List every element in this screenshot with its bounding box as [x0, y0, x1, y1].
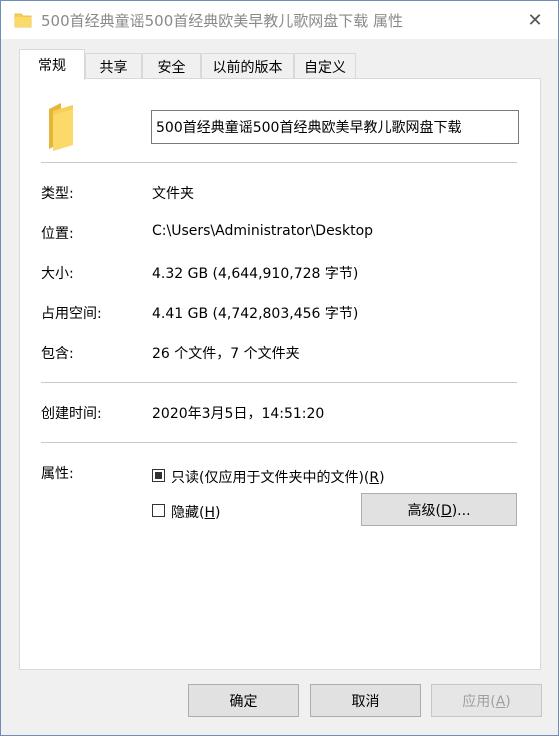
separator	[41, 162, 517, 163]
tab-general[interactable]: 常规	[19, 49, 85, 80]
tab-previous-versions[interactable]: 以前的版本	[201, 53, 294, 79]
type-value: 文件夹	[152, 186, 194, 202]
close-button[interactable]: ✕	[512, 1, 558, 39]
tab-sharing[interactable]: 共享	[85, 53, 142, 79]
size-value: 4.32 GB (4,644,910,728 字节)	[152, 266, 359, 282]
type-label: 类型:	[41, 186, 74, 202]
separator	[41, 442, 517, 443]
contains-label: 包含:	[41, 346, 74, 362]
folder-name-input[interactable]	[151, 110, 519, 144]
folder-icon	[49, 103, 73, 151]
advanced-button[interactable]: 高级(D)...	[361, 493, 517, 526]
disk-size-label: 占用空间:	[41, 306, 102, 322]
location-label: 位置:	[41, 226, 74, 242]
created-label: 创建时间:	[41, 406, 102, 422]
tab-customize[interactable]: 自定义	[294, 53, 356, 79]
close-icon: ✕	[527, 9, 543, 31]
disk-size-value: 4.41 GB (4,742,803,456 字节)	[152, 306, 359, 322]
apply-button-label: 应用(A)	[462, 693, 511, 710]
tab-label: 共享	[99, 59, 128, 76]
general-panel	[19, 78, 541, 670]
title-bar: 500首经典童谣500首经典欧美早教儿歌网盘下载 属性 ✕	[1, 1, 558, 39]
size-label: 大小:	[41, 266, 74, 282]
readonly-checkbox[interactable]	[152, 469, 165, 482]
ok-button-label: 确定	[229, 693, 258, 710]
tab-label: 安全	[157, 59, 186, 76]
separator	[41, 382, 517, 383]
ok-button[interactable]: 确定	[188, 684, 299, 717]
attributes-label: 属性:	[41, 466, 74, 482]
apply-button[interactable]: 应用(A)	[431, 684, 542, 717]
window-title: 500首经典童谣500首经典欧美早教儿歌网盘下载 属性	[41, 12, 404, 30]
properties-window: 500首经典童谣500首经典欧美早教儿歌网盘下载 属性 ✕ 常规 共享 安全 以…	[0, 0, 559, 736]
hidden-checkbox[interactable]	[152, 504, 165, 517]
readonly-label[interactable]: 只读(仅应用于文件夹中的文件)(R)	[171, 467, 385, 487]
tab-label: 常规	[38, 58, 66, 74]
folder-icon	[14, 13, 32, 28]
contains-value: 26 个文件，7 个文件夹	[152, 346, 300, 362]
indeterminate-mark	[155, 472, 162, 479]
tab-label: 以前的版本	[212, 59, 283, 76]
cancel-button-label: 取消	[351, 693, 380, 710]
cancel-button[interactable]: 取消	[310, 684, 421, 717]
created-value: 2020年3月5日，14:51:20	[152, 406, 325, 422]
hidden-label[interactable]: 隐藏(H)	[171, 502, 220, 522]
tab-security[interactable]: 安全	[142, 53, 201, 79]
location-value: C:\Users\Administrator\Desktop	[152, 223, 374, 239]
tab-label: 自定义	[304, 59, 346, 76]
advanced-button-label: 高级(D)...	[407, 502, 471, 519]
